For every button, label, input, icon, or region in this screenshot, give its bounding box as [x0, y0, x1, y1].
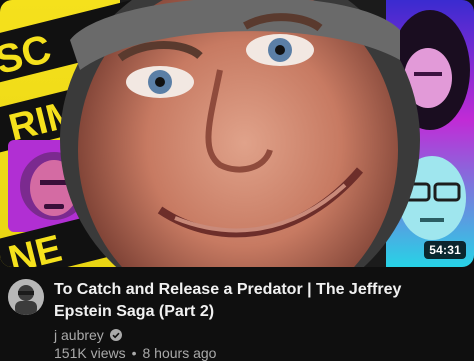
video-thumbnail[interactable]: SC RIM NE 54:31 — [0, 0, 474, 267]
avatar-image — [8, 279, 44, 315]
video-meta: To Catch and Release a Predator | The Je… — [0, 279, 474, 361]
thumbnail-image: SC RIM NE — [0, 0, 474, 267]
video-duration: 54:31 — [424, 241, 466, 259]
stats-separator: • — [131, 345, 137, 361]
verified-check-icon — [109, 329, 122, 341]
channel-name-row[interactable]: j aubrey — [54, 325, 122, 345]
channel-avatar[interactable] — [8, 279, 44, 315]
view-count: 151K views — [54, 345, 126, 361]
channel-name: j aubrey — [54, 327, 104, 343]
upload-age: 8 hours ago — [142, 345, 217, 361]
video-stats: 151K views • 8 hours ago — [54, 343, 216, 361]
video-title[interactable]: To Catch and Release a Predator | The Je… — [54, 279, 454, 323]
video-card: SC RIM NE 54:31 To Catch and Release a P… — [0, 0, 474, 361]
